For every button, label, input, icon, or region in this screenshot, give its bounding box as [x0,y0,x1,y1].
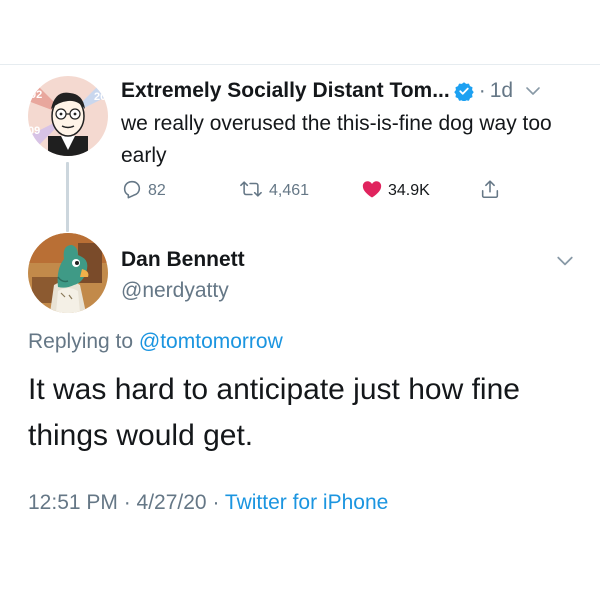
tweet1-text: we really overused the this-is-fine dog … [121,112,552,167]
tweet1-author-name[interactable]: Extremely Socially Distant Tom... [121,79,450,103]
tweet1-header: Extremely Socially Distant Tom... · 1d [121,76,591,106]
tweet1-avatar[interactable]: 92 20 09 [28,76,108,156]
tweet2-avatar[interactable] [28,233,108,313]
retweet-count: 4,461 [269,182,310,199]
tweet2-timestamp[interactable]: 12:51 PM · 4/27/20 · [28,491,225,514]
svg-text:92: 92 [30,89,42,101]
verified-badge-icon [453,81,474,101]
reply-count: 82 [148,182,166,199]
svg-text:09: 09 [28,125,40,137]
top-divider [0,64,600,65]
like-button[interactable]: 34.9K [361,176,430,206]
like-count: 34.9K [388,182,430,199]
share-icon [479,178,501,205]
svg-text:20: 20 [94,91,106,103]
replying-to-mention[interactable]: @tomtomorrow [139,330,283,353]
retweet-icon [238,178,264,205]
tweet2-meta: 12:51 PM · 4/27/20 · Twitter for iPhone [28,491,388,515]
replying-to-label: Replying to [28,330,139,353]
tweet2-handle[interactable]: @nerdyatty [121,279,229,303]
tweet2-text: It was hard to anticipate just how fine … [28,373,520,452]
tweet1-time[interactable]: 1d [490,79,513,103]
replying-to-line: Replying to @tomtomorrow [28,330,283,354]
tweet1-actions: 82 4,461 34.9K [121,176,541,206]
thread-connector-line [66,162,69,232]
header-separator: · [478,79,486,102]
reply-button[interactable]: 82 [121,176,166,206]
heart-icon [361,178,383,205]
tweet2-client[interactable]: Twitter for iPhone [225,491,388,514]
chevron-down-icon[interactable] [525,83,541,99]
retweet-button[interactable]: 4,461 [238,176,309,206]
share-button[interactable] [479,176,501,206]
reply-icon [121,178,143,205]
chevron-down-icon[interactable] [556,252,574,275]
tweet2-author-name[interactable]: Dan Bennett [121,248,245,272]
